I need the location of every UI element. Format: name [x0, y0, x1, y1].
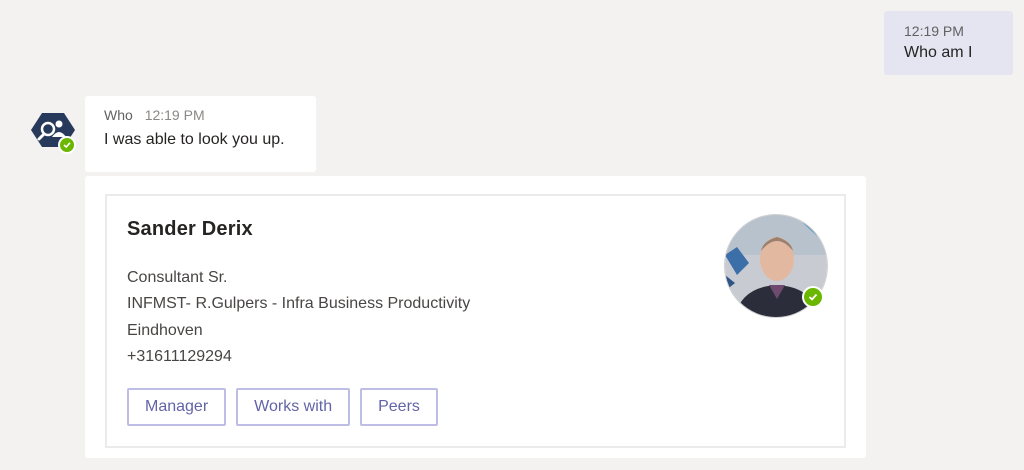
incoming-message-time: 12:19 PM [144, 107, 205, 123]
manager-button[interactable]: Manager [127, 388, 227, 426]
profile-actions: Manager Works with Peers [127, 388, 438, 426]
profile-phone: +31611129294 [127, 348, 232, 365]
outgoing-message-time: 12:19 PM [904, 23, 964, 39]
profile-card-container: Sander Derix Consultant Sr. INFMST- R.Gu… [85, 176, 866, 458]
bot-presence-available-icon [58, 136, 76, 154]
profile-job-title: Consultant Sr. [127, 269, 228, 286]
outgoing-message[interactable]: 12:19 PM Who am I [884, 11, 1013, 75]
profile-photo[interactable] [724, 214, 828, 318]
incoming-message-sender: Who [104, 107, 133, 123]
profile-card: Sander Derix Consultant Sr. INFMST- R.Gu… [105, 194, 846, 448]
profile-name: Sander Derix [127, 218, 253, 240]
incoming-message-meta: Who 12:19 PM [104, 107, 316, 123]
incoming-message[interactable]: Who 12:19 PM I was able to look you up. [85, 96, 316, 172]
peers-button[interactable]: Peers [360, 388, 438, 426]
incoming-message-text: I was able to look you up. [104, 131, 285, 148]
profile-location: Eindhoven [127, 322, 203, 339]
profile-department: INFMST- R.Gulpers - Infra Business Produ… [127, 295, 471, 312]
bot-avatar[interactable] [31, 110, 76, 154]
works-with-button[interactable]: Works with [236, 388, 351, 426]
outgoing-message-text: Who am I [904, 44, 973, 61]
profile-presence-available-icon [802, 286, 824, 308]
